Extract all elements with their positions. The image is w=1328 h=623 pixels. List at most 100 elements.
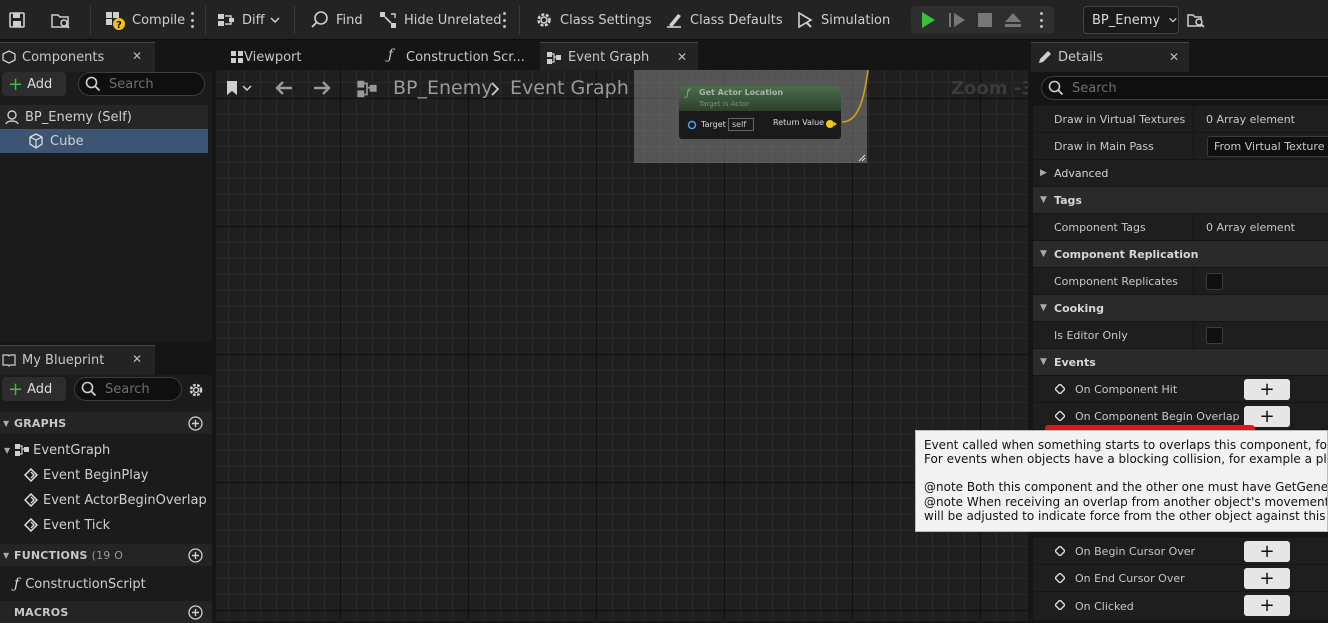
- macros-section-header[interactable]: MACROS: [0, 601, 212, 623]
- play-icon[interactable]: [919, 11, 937, 29]
- tooltip-spacer: [924, 466, 1319, 480]
- function-item-constructionscript[interactable]: ƒ ConstructionScript: [14, 572, 146, 596]
- section-events[interactable]: ▼ Events: [1033, 349, 1328, 376]
- section-label: Tags: [1054, 193, 1082, 207]
- column-divider[interactable]: [1193, 214, 1194, 241]
- add-circle-icon[interactable]: [188, 605, 203, 620]
- component-replicates-checkbox[interactable]: [1206, 273, 1223, 290]
- details-search-input[interactable]: [1072, 80, 1328, 96]
- is-editor-only-checkbox[interactable]: [1206, 327, 1223, 344]
- row-draw-virtual-textures: Draw in Virtual Textures 0 Array element: [1033, 106, 1328, 133]
- bookmark-icon[interactable]: [225, 80, 239, 96]
- components-search-input[interactable]: [109, 76, 204, 92]
- section-label: Events: [1054, 355, 1096, 369]
- tooltip-line: Event called when something starts to ov…: [924, 438, 1327, 452]
- arrow-left-icon[interactable]: [274, 80, 294, 96]
- tooltip-line: @note When receiving an overlap from ano…: [924, 494, 1328, 509]
- add-event-button[interactable]: +: [1244, 379, 1290, 400]
- target-pin-icon[interactable]: [687, 120, 697, 130]
- eject-icon[interactable]: [1003, 11, 1023, 29]
- breadcrumb-chevron-icon: [491, 82, 500, 96]
- add-event-button[interactable]: +: [1244, 541, 1290, 562]
- event-label: On Begin Cursor Over: [1075, 544, 1196, 558]
- add-circle-icon[interactable]: [188, 548, 203, 563]
- play-options-kebab[interactable]: [1039, 12, 1043, 28]
- close-icon[interactable]: ✕: [132, 49, 142, 63]
- event-graph-canvas[interactable]: ƒ Get Actor Location Target is Actor Tar…: [216, 70, 1028, 621]
- folder-search-icon: [1187, 14, 1205, 28]
- diff-label: Diff: [242, 12, 265, 28]
- add-member-button[interactable]: + Add: [2, 377, 66, 401]
- draw-main-pass-dropdown[interactable]: From Virtual Texture: [1207, 136, 1328, 157]
- hide-unrelated-options-kebab[interactable]: [502, 12, 506, 28]
- stop-icon[interactable]: [977, 12, 993, 28]
- column-divider[interactable]: [1193, 268, 1194, 295]
- tab-construction-script[interactable]: ƒ Construction Scr...: [384, 42, 534, 72]
- graph-item-tick[interactable]: Event Tick: [24, 513, 110, 537]
- property-label: Is Editor Only: [1054, 328, 1128, 342]
- chevron-down-icon: [1169, 17, 1177, 23]
- plus-icon: +: [8, 378, 24, 400]
- column-divider[interactable]: [1193, 322, 1194, 349]
- graph-item-beginplay[interactable]: Event BeginPlay: [24, 463, 149, 487]
- tab-viewport[interactable]: Viewport: [222, 42, 372, 72]
- add-event-button[interactable]: +: [1244, 406, 1290, 427]
- section-tags[interactable]: ▼ Tags: [1033, 187, 1328, 214]
- tab-details[interactable]: Details ✕: [1031, 42, 1189, 72]
- hide-unrelated-button[interactable]: Hide Unrelated: [378, 0, 502, 40]
- event-label: On Component Begin Overlap: [1075, 409, 1240, 423]
- event-icon: [1055, 384, 1065, 394]
- find-button[interactable]: Find: [310, 0, 363, 40]
- compile-button[interactable]: ? Compile: [104, 0, 185, 40]
- details-search[interactable]: [1041, 76, 1328, 100]
- save-button[interactable]: [8, 0, 32, 40]
- browse-button[interactable]: [50, 0, 78, 40]
- graph-item-eventgraph[interactable]: ▼ EventGraph: [4, 438, 110, 462]
- viewport-icon: [231, 51, 243, 63]
- resize-handle-icon[interactable]: [858, 154, 866, 162]
- target-self-field[interactable]: self: [728, 118, 754, 131]
- blueprint-selector-value: BP_Enemy: [1092, 12, 1161, 28]
- add-event-button[interactable]: +: [1244, 568, 1290, 589]
- breadcrumb-blueprint[interactable]: BP_Enemy: [393, 77, 492, 99]
- my-blueprint-search-input[interactable]: [105, 381, 181, 397]
- graph-item-actorbeginoverlap[interactable]: Event ActorBeginOverlap: [24, 488, 207, 512]
- arrow-right-icon[interactable]: [312, 80, 332, 96]
- section-advanced[interactable]: ▶ Advanced: [1033, 160, 1328, 187]
- functions-section-header[interactable]: ▼ FUNCTIONS (19 O: [0, 544, 212, 566]
- add-event-button[interactable]: +: [1244, 595, 1290, 616]
- graphs-section-label: GRAPHS: [14, 416, 67, 430]
- diff-button[interactable]: Diff: [216, 0, 287, 40]
- simulation-icon: [798, 11, 813, 29]
- component-self[interactable]: BP_Enemy (Self): [0, 105, 208, 129]
- simulation-button[interactable]: Simulation: [795, 0, 890, 40]
- section-component-replication[interactable]: ▼ Component Replication: [1033, 241, 1328, 268]
- blueprint-debug-selector[interactable]: BP_Enemy: [1083, 6, 1179, 34]
- compile-options-kebab[interactable]: [190, 12, 194, 28]
- settings-gear-icon[interactable]: [187, 381, 205, 399]
- column-divider[interactable]: [1193, 106, 1194, 133]
- class-defaults-button[interactable]: Class Defaults: [664, 0, 783, 40]
- class-settings-button[interactable]: Class Settings: [534, 0, 652, 40]
- close-icon[interactable]: ✕: [677, 50, 687, 64]
- my-blueprint-search[interactable]: [74, 377, 182, 401]
- close-icon[interactable]: ✕: [132, 352, 142, 366]
- column-divider[interactable]: [1193, 133, 1194, 160]
- component-cube[interactable]: Cube: [0, 129, 208, 153]
- event-label: On Clicked: [1075, 599, 1134, 613]
- property-label: Draw in Main Pass: [1054, 139, 1154, 153]
- components-search[interactable]: [78, 72, 205, 96]
- property-label: Component Replicates: [1054, 274, 1178, 288]
- graphs-section-header[interactable]: ▼ GRAPHS: [0, 412, 212, 434]
- advance-frame-icon[interactable]: [947, 11, 967, 29]
- debug-browse-button[interactable]: [1186, 0, 1212, 40]
- chevron-down-icon[interactable]: [242, 84, 252, 92]
- tab-event-graph[interactable]: Event Graph ✕: [540, 42, 698, 72]
- add-component-button[interactable]: + Add: [2, 72, 66, 96]
- toolbar-separator: [90, 6, 91, 34]
- pencil-icon: [1039, 51, 1051, 63]
- close-icon[interactable]: ✕: [1169, 50, 1179, 64]
- add-circle-icon[interactable]: [188, 416, 203, 431]
- section-cooking[interactable]: ▼ Cooking: [1033, 295, 1328, 322]
- search-icon: [81, 381, 97, 397]
